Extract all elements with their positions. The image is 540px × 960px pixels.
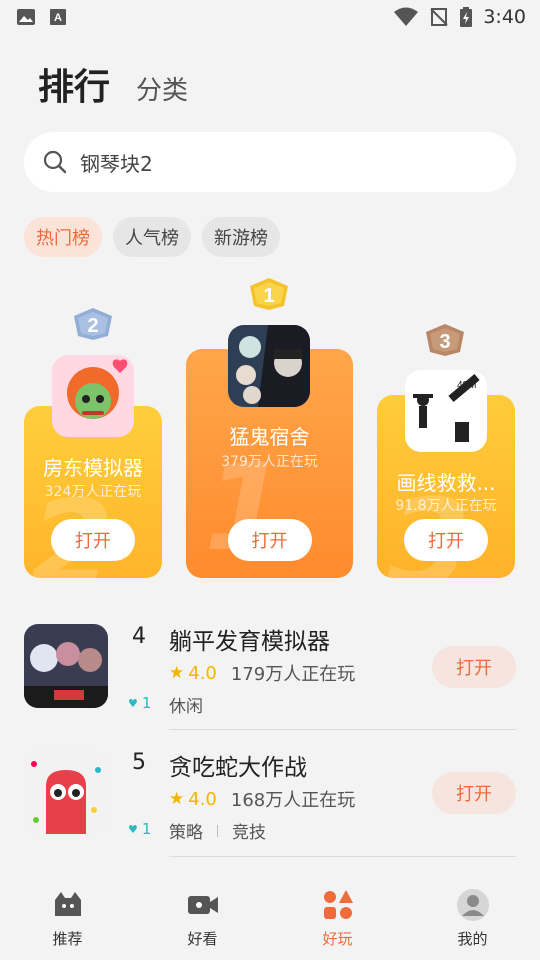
- silver-medal-icon: 2: [74, 308, 112, 340]
- game-name: 房东模拟器: [43, 456, 143, 480]
- chip-hot[interactable]: 热门榜: [24, 217, 102, 257]
- game-name: 躺平发育模拟器: [169, 629, 330, 655]
- game-tags: 策略 竞技: [169, 818, 266, 843]
- rating-row: ★ 4.0 179万人正在玩: [169, 660, 355, 686]
- rank-number: 5: [132, 750, 146, 775]
- ranking-filter-chips: 热门榜 人气榜 新游榜: [24, 217, 280, 257]
- nav-watch[interactable]: 好看: [135, 868, 270, 960]
- list-item[interactable]: 5 贪吃蛇大作战 ★ 4.0 168万人正在玩 策略 竞技 ♥ 1 打开: [24, 750, 516, 850]
- divider: [169, 729, 516, 730]
- list-item[interactable]: 4 躺平发育模拟器 ★ 4.0 179万人正在玩 休闲 ♥ 1 打开: [24, 624, 516, 724]
- tag-separator: [217, 824, 218, 837]
- player-count: 91.8万人正在玩: [395, 498, 497, 514]
- status-bar: A 3:40: [0, 0, 540, 36]
- player-count: 168万人正在玩: [230, 790, 356, 811]
- svg-text:40M: 40M: [457, 380, 476, 391]
- nav-games[interactable]: 好玩: [270, 868, 405, 960]
- page-header: 排行 分类: [38, 58, 188, 110]
- game-name: 画线救救...: [396, 471, 496, 495]
- search-bar[interactable]: 钢琴块2: [24, 132, 516, 192]
- game-icon-ghost-dorm[interactable]: [228, 325, 310, 407]
- search-icon: [43, 150, 67, 174]
- svg-text:A: A: [54, 12, 62, 24]
- chip-popular[interactable]: 人气榜: [113, 217, 191, 257]
- battery-charging-icon: [460, 7, 473, 27]
- trend-value: 1: [141, 820, 152, 838]
- image-icon: [17, 9, 35, 25]
- star-icon: ★: [169, 789, 185, 809]
- game-icon-landlord-simulator[interactable]: [52, 355, 134, 437]
- nav-recommend[interactable]: 推荐: [0, 868, 135, 960]
- game-icon-draw-line-save[interactable]: 40M: [405, 370, 487, 452]
- trend-up-icon: ♥: [128, 822, 138, 836]
- search-query: 钢琴块2: [80, 151, 153, 176]
- no-signal-icon: [430, 8, 449, 26]
- medal-rank-1: 1: [263, 285, 274, 307]
- games-icon: [323, 890, 353, 919]
- tag: 策略: [169, 823, 203, 843]
- medal-rank-2: 2: [87, 315, 98, 337]
- star-icon: ★: [169, 663, 185, 683]
- player-count: 324万人正在玩: [44, 484, 142, 500]
- tag: 竞技: [232, 823, 266, 843]
- rank-trend: ♥ 1: [128, 820, 151, 838]
- nav-label: 我的: [457, 930, 488, 948]
- game-name: 贪吃蛇大作战: [169, 755, 307, 781]
- nav-label: 好玩: [322, 930, 353, 948]
- wifi-icon: [394, 7, 419, 26]
- player-count: 379万人正在玩: [221, 454, 318, 470]
- trend-up-icon: ♥: [128, 696, 138, 710]
- nav-label: 推荐: [52, 930, 83, 948]
- gold-medal-icon: 1: [250, 278, 288, 310]
- nav-profile[interactable]: 我的: [405, 868, 540, 960]
- open-button[interactable]: 打开: [432, 772, 516, 814]
- game-icon-snake-battle[interactable]: [24, 750, 108, 834]
- rating-value: 4.0: [188, 662, 217, 684]
- nav-label: 好看: [187, 930, 218, 948]
- game-name: 猛鬼宿舍: [229, 425, 310, 449]
- video-icon: [187, 896, 218, 914]
- a-notification-icon: A: [50, 9, 66, 25]
- medal-rank-3: 3: [439, 331, 450, 353]
- divider: [169, 856, 516, 857]
- recommend-icon: [54, 892, 81, 916]
- bronze-medal-icon: 3: [426, 324, 464, 356]
- open-button[interactable]: 打开: [51, 519, 135, 561]
- rating-value: 4.0: [188, 788, 217, 810]
- open-button[interactable]: 打开: [404, 519, 488, 561]
- open-button[interactable]: 打开: [432, 646, 516, 688]
- rank-number: 4: [132, 624, 146, 649]
- tag: 休闲: [169, 697, 203, 717]
- open-button[interactable]: 打开: [227, 519, 312, 561]
- rating-row: ★ 4.0 168万人正在玩: [169, 786, 355, 812]
- player-count: 179万人正在玩: [230, 664, 356, 685]
- tab-ranking[interactable]: 排行: [38, 58, 110, 110]
- profile-icon: [456, 889, 489, 921]
- bottom-nav: 推荐 好看 好玩 我的: [0, 868, 540, 960]
- game-icon-lie-flat-simulator[interactable]: [24, 624, 108, 708]
- chip-new[interactable]: 新游榜: [202, 217, 280, 257]
- trend-value: 1: [141, 694, 152, 712]
- game-tags: 休闲: [169, 692, 203, 717]
- clock: 3:40: [483, 6, 526, 28]
- rank-trend: ♥ 1: [128, 694, 151, 712]
- tab-category[interactable]: 分类: [136, 70, 188, 107]
